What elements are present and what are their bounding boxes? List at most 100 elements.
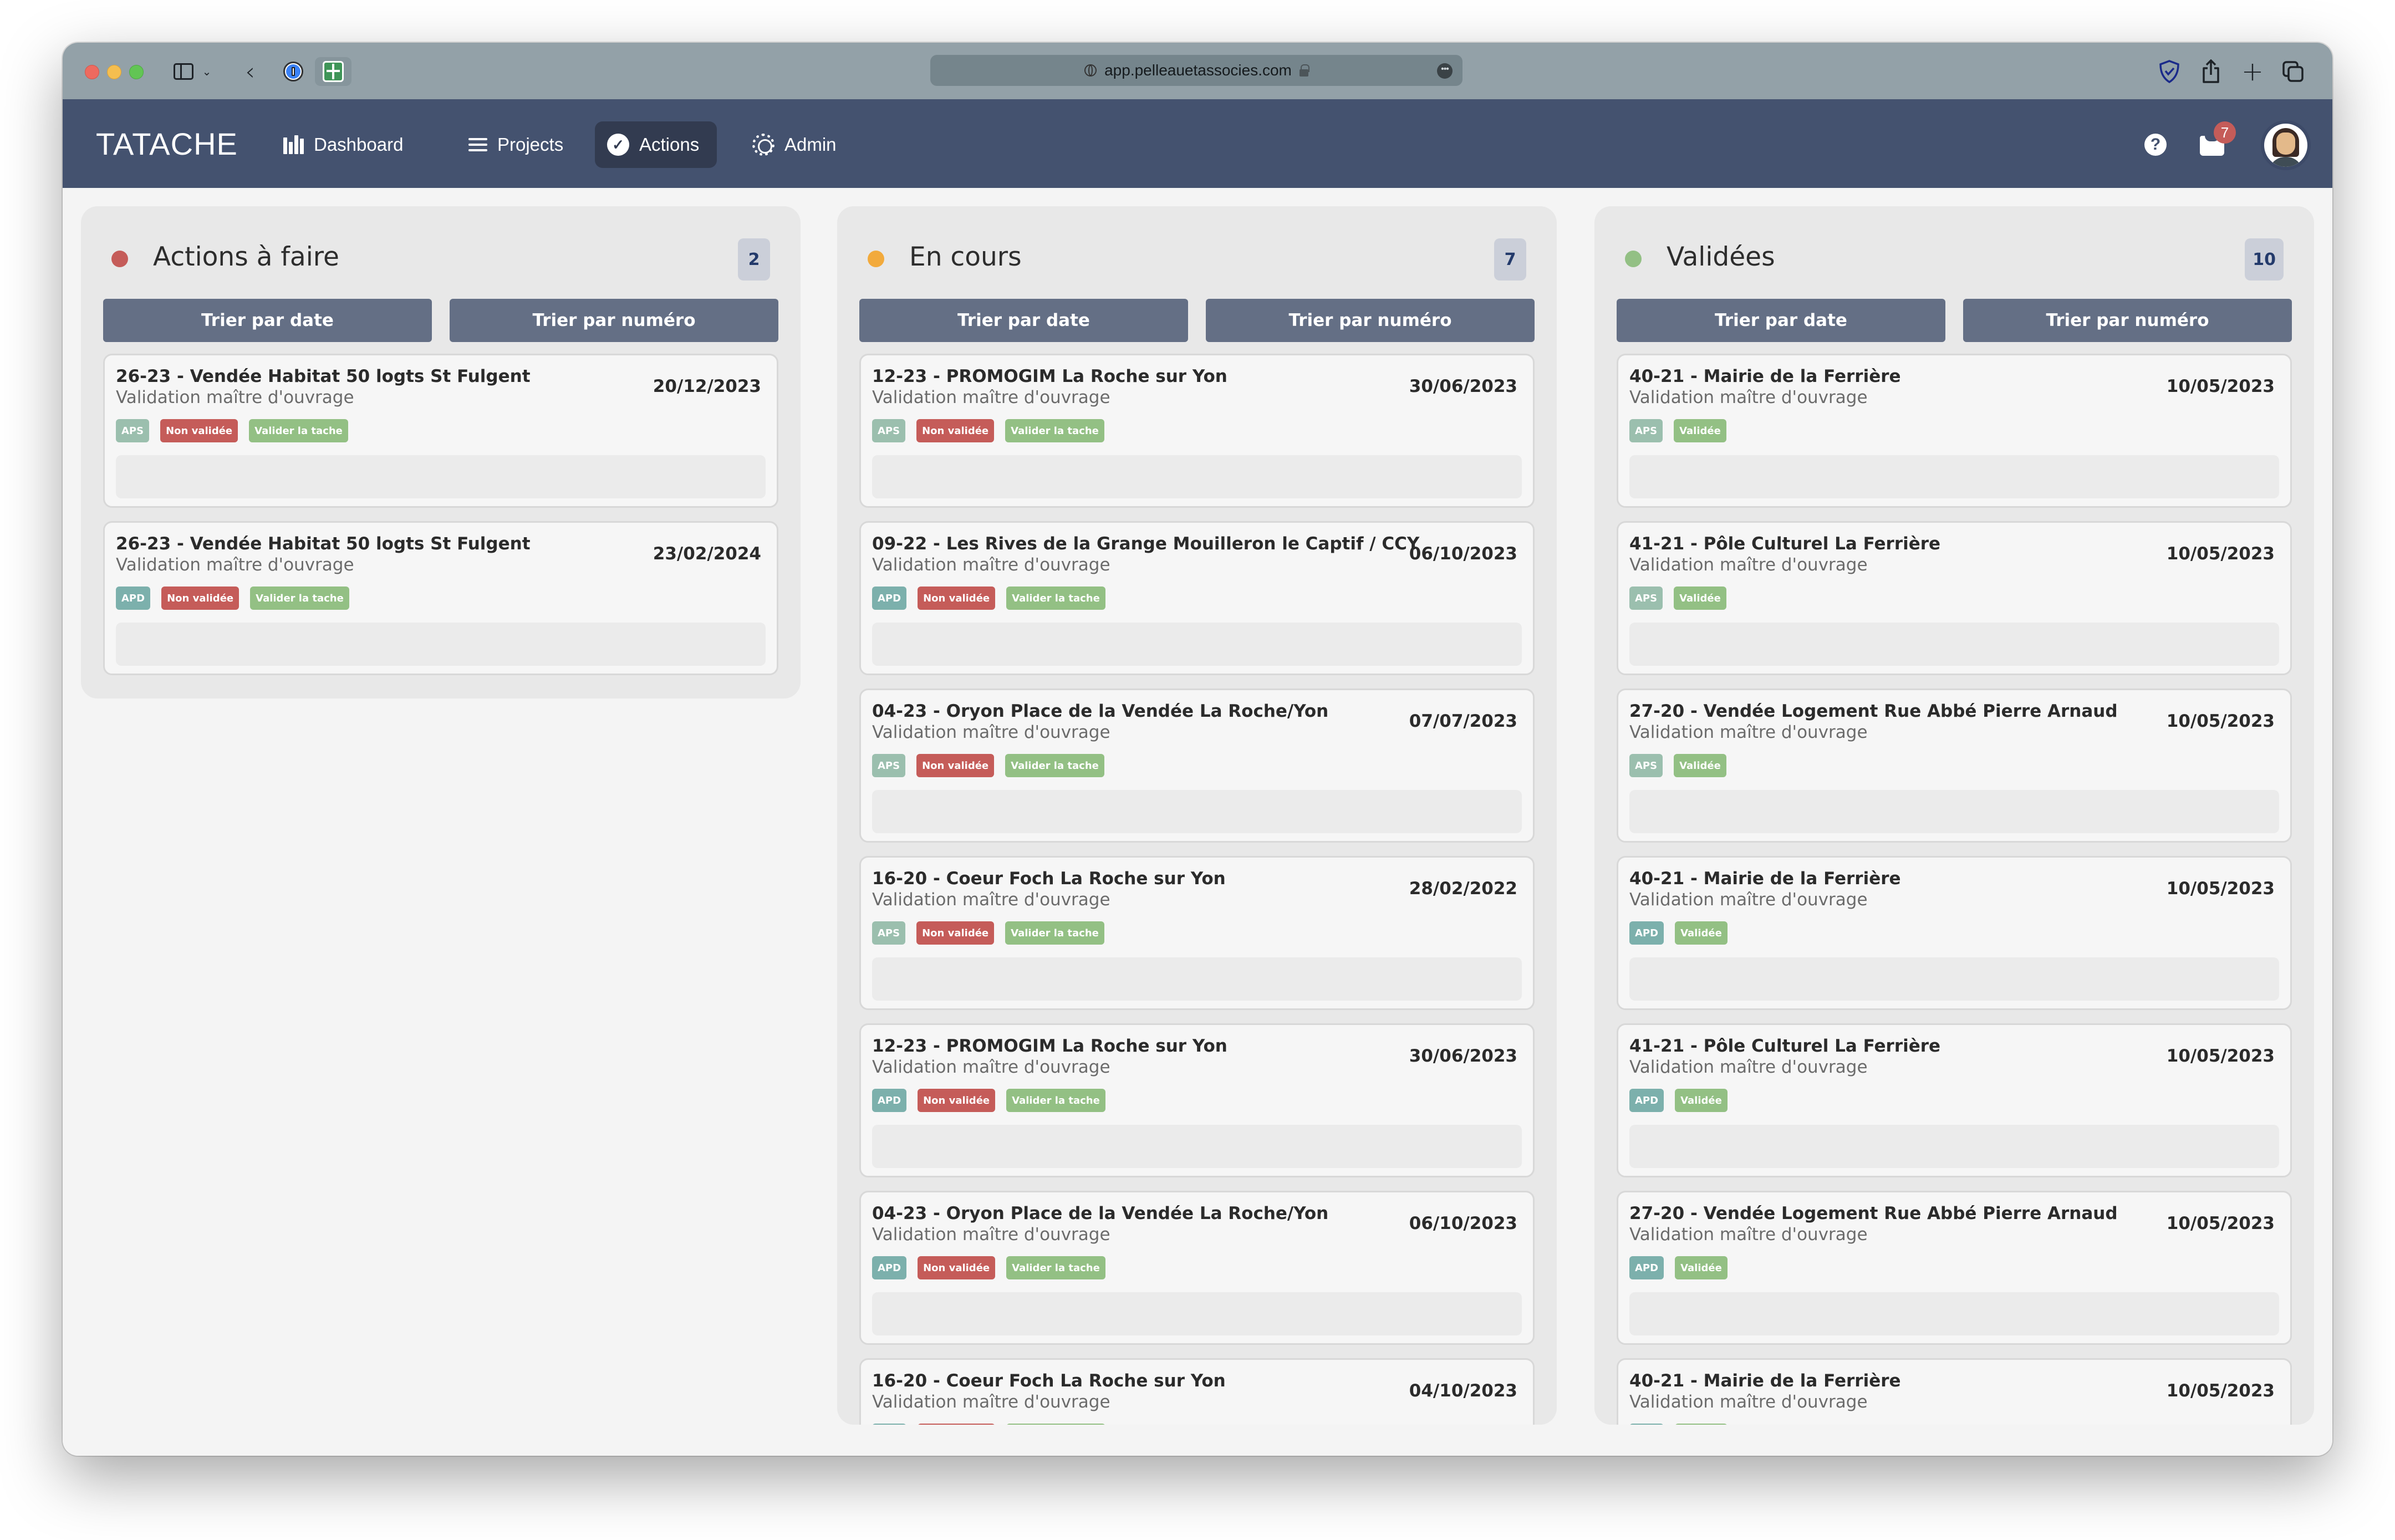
validate-task-button[interactable]: Valider la tache xyxy=(1006,587,1105,610)
action-card[interactable]: 12-23 - PROMOGIM La Roche sur Yon Valida… xyxy=(859,1023,1535,1177)
action-card[interactable]: 27-20 - Vendée Logement Rue Abbé Pierre … xyxy=(1617,689,2292,843)
nav-item-projects[interactable]: Projects xyxy=(456,121,575,168)
validate-task-button[interactable]: Valider la tache xyxy=(1006,1256,1105,1279)
sort-by-date-button[interactable]: Trier par date xyxy=(1617,299,1945,342)
sort-controls: Trier par date Trier par numéro xyxy=(103,299,778,342)
card-comment-area[interactable] xyxy=(1629,623,2279,666)
card-comment-area[interactable] xyxy=(116,623,766,666)
phase-badge: APD xyxy=(1629,1424,1664,1425)
card-tags: APS Non validée Valider la tache xyxy=(872,419,1104,442)
action-card[interactable]: 41-21 - Pôle Culturel La Ferrière Valida… xyxy=(1617,1023,2292,1177)
nav-item-label: Actions xyxy=(639,134,700,155)
action-card[interactable]: 40-21 - Mairie de la Ferrière Validation… xyxy=(1617,856,2292,1010)
sort-by-number-button[interactable]: Trier par numéro xyxy=(1963,299,2292,342)
spreadsheet-extension-icon[interactable] xyxy=(315,57,351,86)
sort-by-number-button[interactable]: Trier par numéro xyxy=(450,299,778,342)
status-badge: Non validée xyxy=(916,921,995,945)
card-comment-area[interactable] xyxy=(872,1125,1522,1168)
more-options-icon[interactable]: ••• xyxy=(1437,63,1453,79)
card-title: 26-23 - Vendée Habitat 50 logts St Fulge… xyxy=(116,366,531,386)
card-tags: APD Non validée Valider la tache xyxy=(872,1089,1105,1112)
card-subtitle: Validation maître d'ouvrage xyxy=(1629,722,1868,742)
card-date: 20/12/2023 xyxy=(653,376,761,396)
globe-icon xyxy=(1084,64,1097,77)
action-card[interactable]: 16-20 - Coeur Foch La Roche sur Yon Vali… xyxy=(859,1358,1535,1425)
card-comment-area[interactable] xyxy=(1629,1125,2279,1168)
card-tags: APS Validée xyxy=(1629,754,1726,777)
card-comment-area[interactable] xyxy=(1629,790,2279,833)
status-badge: Validée xyxy=(1674,754,1726,777)
validate-task-button[interactable]: Valider la tache xyxy=(250,587,349,610)
card-comment-area[interactable] xyxy=(872,623,1522,666)
validate-task-button[interactable]: Valider la tache xyxy=(1005,419,1104,442)
action-card[interactable]: 04-23 - Oryon Place de la Vendée La Roch… xyxy=(859,1191,1535,1345)
sort-by-date-button[interactable]: Trier par date xyxy=(859,299,1188,342)
shield-check-icon[interactable] xyxy=(2156,56,2183,87)
card-tags: APD Validée xyxy=(1629,921,1728,945)
tab-overview-icon[interactable] xyxy=(2279,56,2307,87)
card-comment-area[interactable] xyxy=(1629,1292,2279,1335)
card-comment-area[interactable] xyxy=(872,790,1522,833)
action-card[interactable]: 26-23 - Vendée Habitat 50 logts St Fulge… xyxy=(103,354,778,508)
card-comment-area[interactable] xyxy=(1629,455,2279,498)
card-comment-area[interactable] xyxy=(116,455,766,498)
card-comment-area[interactable] xyxy=(872,957,1522,1001)
minimize-window-button[interactable] xyxy=(107,65,121,79)
validate-task-button[interactable]: Valider la tache xyxy=(1006,1424,1105,1425)
card-subtitle: Validation maître d'ouvrage xyxy=(1629,1057,1868,1077)
new-tab-icon[interactable]: + xyxy=(2239,56,2266,87)
sort-by-date-button[interactable]: Trier par date xyxy=(103,299,432,342)
action-card[interactable]: 41-21 - Pôle Culturel La Ferrière Valida… xyxy=(1617,521,2292,675)
address-bar[interactable]: app.pelleauetassocies.com ••• xyxy=(930,55,1463,86)
action-card[interactable]: 40-21 - Mairie de la Ferrière Validation… xyxy=(1617,354,2292,508)
password-manager-extension-icon[interactable] xyxy=(279,57,308,86)
card-subtitle: Validation maître d'ouvrage xyxy=(872,1392,1110,1412)
card-comment-area[interactable] xyxy=(872,455,1522,498)
status-dot-icon xyxy=(111,251,128,267)
help-icon[interactable]: ? xyxy=(2144,134,2167,156)
action-card[interactable]: 04-23 - Oryon Place de la Vendée La Roch… xyxy=(859,689,1535,843)
nav-item-admin[interactable]: Admin xyxy=(740,121,849,168)
card-date: 06/10/2023 xyxy=(1409,544,1517,564)
back-arrow-icon[interactable]: ‹ xyxy=(239,57,261,86)
card-subtitle: Validation maître d'ouvrage xyxy=(1629,387,1868,407)
phase-badge: APS xyxy=(872,419,906,442)
action-card[interactable]: 26-23 - Vendée Habitat 50 logts St Fulge… xyxy=(103,521,778,675)
sidebar-toggle-icon[interactable] xyxy=(172,57,195,86)
action-card[interactable]: 09-22 - Les Rives de la Grange Mouillero… xyxy=(859,521,1535,675)
card-subtitle: Validation maître d'ouvrage xyxy=(872,1225,1110,1245)
card-subtitle: Validation maître d'ouvrage xyxy=(872,722,1110,742)
card-comment-area[interactable] xyxy=(872,1292,1522,1335)
phase-badge: APD xyxy=(1629,1256,1664,1279)
validate-task-button[interactable]: Valider la tache xyxy=(1006,1089,1105,1112)
card-tags: APS Non validée Valider la tache xyxy=(116,419,348,442)
validate-task-button[interactable]: Valider la tache xyxy=(1005,754,1104,777)
action-card[interactable]: 27-20 - Vendée Logement Rue Abbé Pierre … xyxy=(1617,1191,2292,1345)
share-icon[interactable] xyxy=(2197,56,2225,87)
status-badge: Validée xyxy=(1675,921,1728,945)
nav-item-dashboard[interactable]: Dashboard xyxy=(271,121,415,168)
kanban-board: Actions à faire 2 Trier par date Trier p… xyxy=(63,188,2332,1456)
card-title: 04-23 - Oryon Place de la Vendée La Roch… xyxy=(872,701,1329,721)
validate-task-button[interactable]: Valider la tache xyxy=(249,419,348,442)
card-date: 28/02/2022 xyxy=(1409,879,1517,899)
phase-badge: APD xyxy=(1629,1089,1664,1112)
card-comment-area[interactable] xyxy=(1629,957,2279,1001)
sort-controls: Trier par date Trier par numéro xyxy=(859,299,1535,342)
maximize-window-button[interactable] xyxy=(129,65,144,79)
column-title: En cours xyxy=(909,242,1022,272)
user-avatar[interactable] xyxy=(2261,120,2311,170)
card-date: 10/05/2023 xyxy=(2166,376,2275,396)
validate-task-button[interactable]: Valider la tache xyxy=(1005,921,1104,945)
chevron-down-icon[interactable]: ⌄ xyxy=(200,57,213,86)
nav-item-actions[interactable]: ✓ Actions xyxy=(595,121,717,168)
card-title: 41-21 - Pôle Culturel La Ferrière xyxy=(1629,534,1941,554)
sort-by-number-button[interactable]: Trier par numéro xyxy=(1206,299,1535,342)
phase-badge: APS xyxy=(1629,587,1663,610)
action-card[interactable]: 16-20 - Coeur Foch La Roche sur Yon Vali… xyxy=(859,856,1535,1010)
notification-badge: 7 xyxy=(2214,121,2236,144)
action-card[interactable]: 40-21 - Mairie de la Ferrière Validation… xyxy=(1617,1358,2292,1425)
app-logo[interactable]: TATACHE xyxy=(96,126,238,162)
action-card[interactable]: 12-23 - PROMOGIM La Roche sur Yon Valida… xyxy=(859,354,1535,508)
close-window-button[interactable] xyxy=(85,65,99,79)
